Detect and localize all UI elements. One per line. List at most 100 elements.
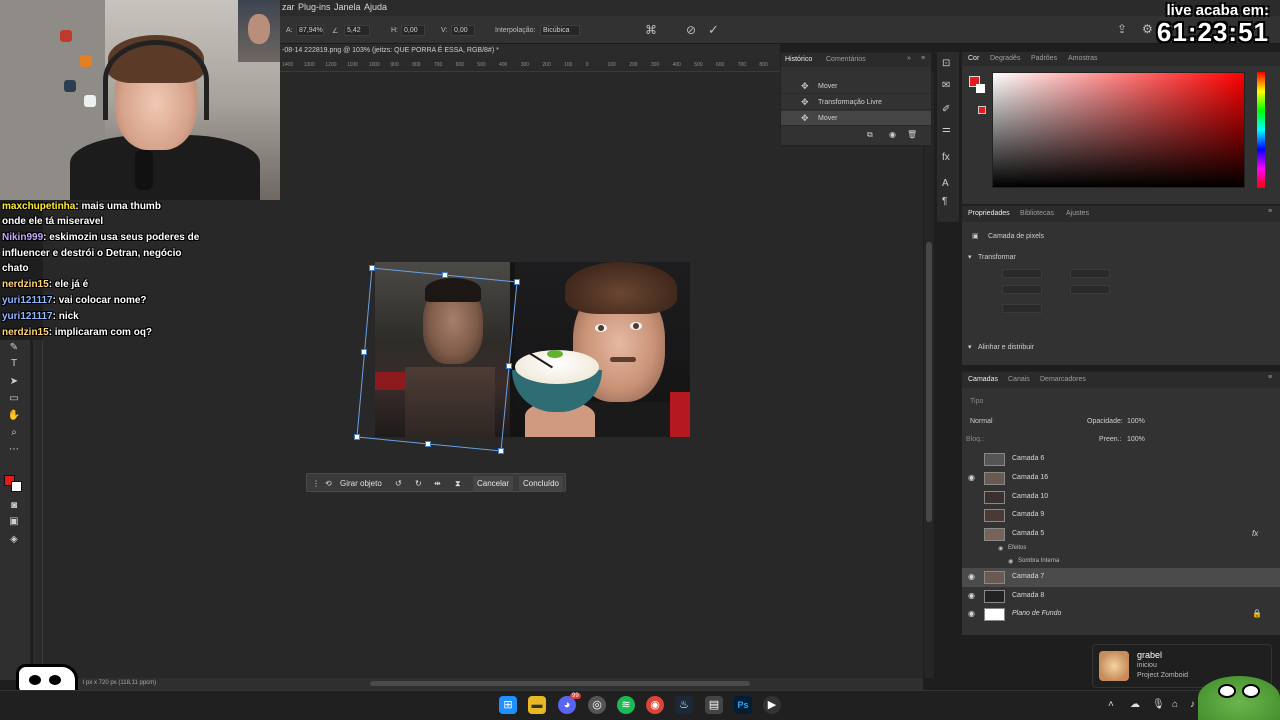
- transform-handle-right[interactable]: [506, 363, 512, 369]
- document-tab[interactable]: -08-14 222819.png @ 103% (jeitzs: QUE PO…: [280, 44, 780, 58]
- photoshop-icon[interactable]: Ps: [734, 696, 752, 714]
- eye-icon[interactable]: ◉: [968, 572, 978, 581]
- adjustments-icon[interactable]: ⚌: [942, 124, 951, 135]
- transform-handle-top[interactable]: [442, 272, 448, 278]
- align-section-label[interactable]: Alinhar e distribuir: [978, 344, 1034, 351]
- flip-horizontal-icon[interactable]: ⇹: [434, 477, 441, 490]
- tab-libraries[interactable]: Bibliotecas: [1020, 210, 1054, 217]
- tab-properties[interactable]: Propriedades: [968, 210, 1010, 217]
- layer-row[interactable]: Camada 10: [962, 488, 1280, 507]
- layer-row[interactable]: ◉ Plano de Fundo 🔒: [962, 605, 1280, 624]
- transform-handle-left[interactable]: [361, 349, 367, 355]
- color-gamut-swatch[interactable]: [978, 106, 986, 114]
- chrome-canary-icon[interactable]: ◎: [588, 696, 606, 714]
- menu-item-janela[interactable]: Janela: [334, 2, 361, 12]
- share-icon[interactable]: ⇪: [1117, 22, 1127, 36]
- panel-menu-icon[interactable]: ≡: [1268, 208, 1272, 215]
- trash-icon[interactable]: 🗑: [907, 130, 917, 139]
- interpolation-select[interactable]: Bicúbica: [540, 25, 580, 36]
- layer-row[interactable]: Camada 9: [962, 506, 1280, 525]
- learn-icon[interactable]: ⊡: [942, 58, 950, 69]
- screen-mode-icon[interactable]: ▣: [7, 516, 21, 528]
- effect-eye-icon[interactable]: ◉: [1008, 558, 1013, 565]
- tab-paths[interactable]: Demarcadores: [1040, 376, 1086, 383]
- rotate-left-icon[interactable]: ↺: [395, 477, 402, 490]
- character-icon[interactable]: A: [942, 178, 949, 189]
- app-icon[interactable]: ▤: [705, 696, 723, 714]
- vertical-scrollbar[interactable]: [924, 72, 934, 678]
- transform-section-label[interactable]: Transformar: [978, 254, 1016, 261]
- history-item[interactable]: ✥ Mover: [781, 79, 931, 94]
- chrome-icon[interactable]: ◉: [646, 696, 664, 714]
- pen-tool-icon[interactable]: ✎: [7, 342, 21, 354]
- collapse-icon[interactable]: »: [907, 55, 911, 62]
- commit-transform-icon[interactable]: ✓: [708, 22, 719, 38]
- history-item[interactable]: ✥ Transformação Livre: [781, 95, 931, 110]
- transform-handle-top-right[interactable]: [514, 279, 520, 285]
- hue-slider[interactable]: [1257, 72, 1265, 188]
- drag-handle-icon[interactable]: ⋮: [312, 477, 320, 490]
- vertical-scroll-thumb[interactable]: [926, 242, 932, 522]
- tab-history[interactable]: Histórico: [785, 56, 812, 63]
- paragraph-icon[interactable]: ¶: [942, 196, 947, 207]
- microphone-icon[interactable]: 🎙: [1152, 699, 1165, 710]
- transform-handle-top-left[interactable]: [369, 265, 375, 271]
- hand-tool-icon[interactable]: ✋: [7, 410, 21, 422]
- spotify-icon[interactable]: ≋: [617, 696, 635, 714]
- brush-icon[interactable]: ✐: [942, 104, 950, 115]
- layer-row[interactable]: ◉ Camada 16: [962, 469, 1280, 488]
- tab-layers[interactable]: Camadas: [968, 376, 998, 383]
- opacity-field[interactable]: 100%: [1127, 418, 1145, 425]
- tab-comments[interactable]: Comentários: [826, 56, 866, 63]
- quick-mask-icon[interactable]: ◙: [7, 500, 21, 512]
- layer-row-selected[interactable]: ◉ Camada 7: [962, 568, 1280, 587]
- cloud-icon[interactable]: ☁: [1130, 699, 1140, 710]
- y-field[interactable]: [1070, 285, 1110, 294]
- transform-handle-bottom[interactable]: [425, 441, 431, 447]
- eye-icon[interactable]: ◉: [968, 609, 978, 618]
- eye-icon[interactable]: ◉: [968, 473, 978, 482]
- steam-icon[interactable]: ♨: [675, 696, 693, 714]
- v-field[interactable]: 0,00: [451, 25, 475, 36]
- effects-eye-icon[interactable]: ◉: [998, 545, 1003, 552]
- windows-icon[interactable]: ⊞: [499, 696, 517, 714]
- layer-row[interactable]: ◉ Camada 8: [962, 587, 1280, 606]
- angle-field[interactable]: 5,42: [344, 25, 370, 36]
- width-field[interactable]: [1002, 269, 1042, 278]
- file-explorer-icon[interactable]: ▬: [528, 696, 546, 714]
- fill-field[interactable]: 100%: [1127, 436, 1145, 443]
- tab-color[interactable]: Cor: [968, 55, 979, 62]
- background-color-swatch[interactable]: [11, 481, 22, 492]
- rotate-object-icon[interactable]: ⟲: [325, 477, 332, 490]
- tab-gradients[interactable]: Degradês: [990, 55, 1020, 62]
- rectangle-tool-icon[interactable]: ▭: [7, 393, 21, 405]
- horizontal-scrollbar[interactable]: [370, 681, 750, 686]
- cancel-button[interactable]: Cancelar: [473, 476, 513, 491]
- cancel-transform-icon[interactable]: ⊘: [686, 23, 696, 37]
- tab-patterns[interactable]: Padrões: [1031, 55, 1057, 62]
- fx-icon[interactable]: fx: [1252, 529, 1258, 538]
- expand-transform-icon[interactable]: ▾: [968, 253, 972, 261]
- layer-search-input[interactable]: Tipo: [970, 398, 983, 405]
- menu-item-zar[interactable]: zar: [282, 2, 295, 12]
- gear-icon[interactable]: ⚙: [1142, 22, 1153, 36]
- angle-field[interactable]: [1002, 304, 1042, 313]
- rotate-right-icon[interactable]: ↻: [415, 477, 422, 490]
- flip-vertical-icon[interactable]: ⧗: [455, 477, 461, 490]
- more-tools-icon[interactable]: ⋯: [7, 444, 21, 456]
- height-field[interactable]: [1070, 269, 1110, 278]
- layer-row[interactable]: Camada 5 fx: [962, 525, 1280, 544]
- tray-chevron-icon[interactable]: ˄: [1108, 699, 1114, 710]
- done-button[interactable]: Concluído: [519, 476, 563, 491]
- tab-adjustments[interactable]: Ajustes: [1066, 210, 1089, 217]
- blend-mode-select[interactable]: Normal: [970, 418, 993, 425]
- a-field[interactable]: 87,94%: [296, 25, 324, 36]
- color-picker-field[interactable]: [992, 72, 1245, 188]
- path-select-tool-icon[interactable]: ➤: [7, 376, 21, 388]
- transform-handle-bottom-right[interactable]: [498, 448, 504, 454]
- expand-align-icon[interactable]: ▾: [968, 343, 972, 351]
- color-background-swatch[interactable]: [976, 84, 985, 93]
- document-image[interactable]: [375, 262, 690, 437]
- type-tool-icon[interactable]: T: [7, 358, 21, 370]
- menu-item-plugins[interactable]: Plug-ins: [298, 2, 331, 12]
